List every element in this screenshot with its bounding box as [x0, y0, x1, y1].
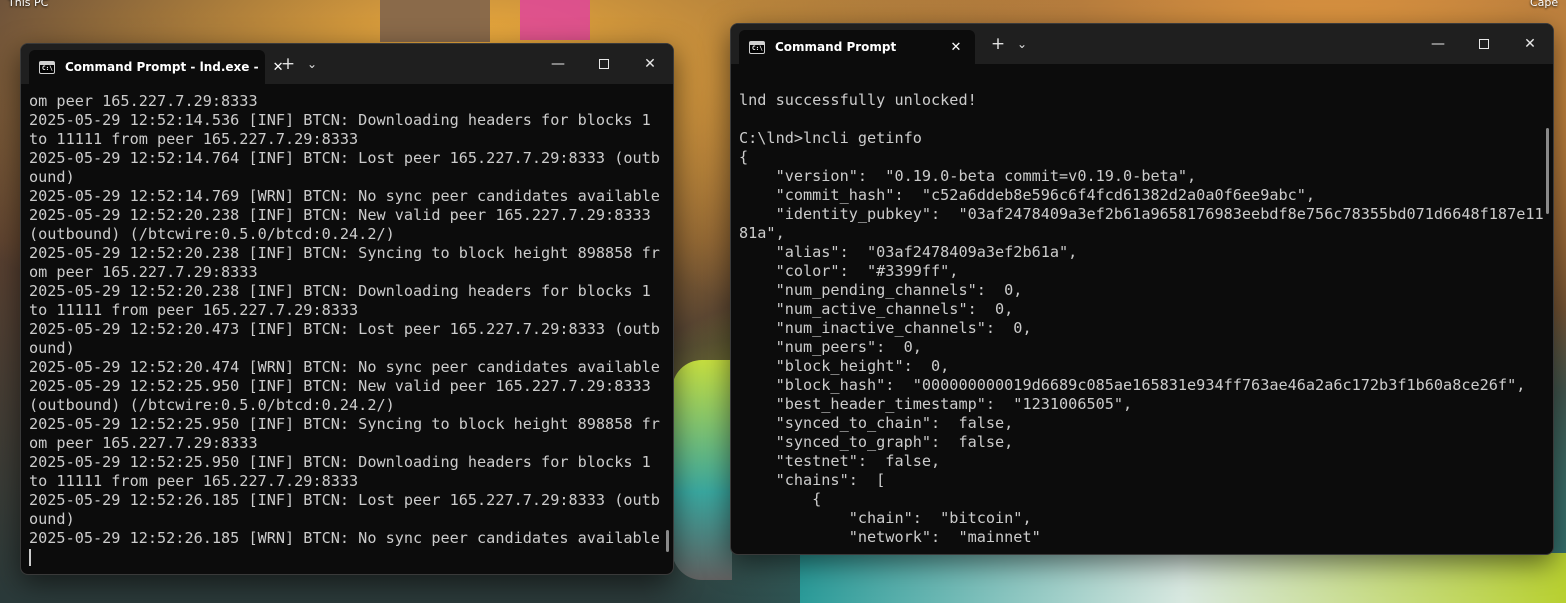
terminal-line: om peer 165.227.7.29:8333 [29, 92, 258, 110]
terminal-line: 2025-05-29 12:52:20.238 [INF] BTCN: Sync… [29, 244, 660, 262]
terminal-line: { [739, 148, 749, 166]
title-bar[interactable]: C:\ Command Prompt - lnd.exe - ✕ + ⌄ — ✕ [21, 44, 673, 84]
text-cursor [29, 548, 665, 567]
terminal-line: "chain": "bitcoin", [739, 509, 1032, 527]
terminal-line: 2025-05-29 12:52:25.950 [INF] BTCN: New … [29, 377, 651, 395]
terminal-line: 2025-05-29 12:52:20.238 [INF] BTCN: Down… [29, 282, 651, 300]
terminal-line: 2025-05-29 12:52:20.474 [WRN] BTCN: No s… [29, 358, 660, 376]
terminal-line: C:\lnd>lncli getinfo [739, 129, 922, 147]
close-tab-icon[interactable]: ✕ [947, 40, 965, 55]
minimize-button[interactable]: — [535, 44, 581, 84]
terminal-line: { [739, 490, 822, 508]
tab-label: Command Prompt - lnd.exe - [65, 60, 259, 74]
terminal-line: "color": "#3399ff", [739, 262, 959, 280]
terminal-line: 81a", [739, 224, 785, 242]
terminal-line: to 11111 from peer 165.227.7.29:8333 [29, 472, 359, 490]
terminal-line: "alias": "03af2478409a3ef2b61a", [739, 243, 1078, 261]
terminal-line: ound) [29, 510, 75, 528]
terminal-line: "block_height": 0, [739, 357, 950, 375]
tab-lnd[interactable]: C:\ Command Prompt - lnd.exe - ✕ [29, 50, 283, 84]
maximize-icon [599, 59, 609, 69]
tab-label: Command Prompt [775, 40, 897, 54]
terminal-icon: C:\ [39, 60, 55, 74]
terminal-line: "commit_hash": "c52a6ddeb8e596c6f4fcd613… [739, 186, 1316, 204]
terminal-icon: C:\ [749, 40, 765, 54]
terminal-output[interactable]: om peer 165.227.7.29:8333 2025-05-29 12:5… [21, 84, 673, 574]
terminal-line: "num_peers": 0, [739, 338, 922, 356]
terminal-line: "synced_to_chain": false, [739, 414, 1014, 432]
title-bar[interactable]: C:\ Command Prompt ✕ + ⌄ — ✕ [731, 24, 1553, 64]
new-tab-button[interactable]: + [983, 34, 1013, 54]
tab-command-prompt[interactable]: C:\ Command Prompt ✕ [739, 30, 975, 64]
wallpaper-car [672, 360, 732, 580]
close-button[interactable]: ✕ [627, 44, 673, 84]
terminal-line: "num_pending_channels": 0, [739, 281, 1023, 299]
terminal-line: 2025-05-29 12:52:25.950 [INF] BTCN: Down… [29, 453, 651, 471]
terminal-line: om peer 165.227.7.29:8333 [29, 263, 258, 281]
wallpaper-building [380, 0, 490, 42]
terminal-line: 2025-05-29 12:52:20.473 [INF] BTCN: Lost… [29, 320, 660, 338]
terminal-line: (outbound) (/btcwire:0.5.0/btcd:0.24.2/) [29, 396, 395, 414]
maximize-button[interactable] [1461, 24, 1507, 64]
terminal-line: "num_inactive_channels": 0, [739, 319, 1032, 337]
terminal-line: 2025-05-29 12:52:14.769 [WRN] BTCN: No s… [29, 187, 660, 205]
terminal-line: 2025-05-29 12:52:25.950 [INF] BTCN: Sync… [29, 415, 660, 433]
close-icon: ✕ [644, 56, 656, 72]
close-button[interactable]: ✕ [1507, 24, 1553, 64]
terminal-line: 2025-05-29 12:52:20.238 [INF] BTCN: New … [29, 206, 651, 224]
terminal-line: "num_active_channels": 0, [739, 300, 1014, 318]
desktop-icon-this-pc-label[interactable]: This PC [8, 0, 48, 9]
terminal-line: "version": "0.19.0-beta commit=v0.19.0-b… [739, 167, 1197, 185]
terminal-line: 2025-05-29 12:52:26.185 [INF] BTCN: Lost… [29, 491, 660, 509]
terminal-line: 2025-05-29 12:52:26.185 [WRN] BTCN: No s… [29, 529, 660, 547]
terminal-line: "testnet": false, [739, 452, 941, 470]
chevron-down-icon[interactable]: ⌄ [1013, 37, 1031, 51]
terminal-line: (outbound) (/btcwire:0.5.0/btcd:0.24.2/) [29, 225, 395, 243]
terminal-window-cmd[interactable]: C:\ Command Prompt ✕ + ⌄ — ✕ lnd success… [730, 23, 1554, 555]
terminal-line: "synced_to_graph": false, [739, 433, 1014, 451]
terminal-line: 2025-05-29 12:52:14.536 [INF] BTCN: Down… [29, 111, 651, 129]
desktop-icon-corner-label[interactable]: Cape [1530, 0, 1558, 9]
new-tab-button[interactable]: + [273, 54, 303, 74]
minimize-icon: — [1431, 36, 1445, 52]
wallpaper-car-body [800, 553, 1566, 603]
maximize-button[interactable] [581, 44, 627, 84]
terminal-line: lnd successfully unlocked! [739, 91, 977, 109]
wallpaper-neon-sign [520, 0, 590, 40]
terminal-window-lnd[interactable]: C:\ Command Prompt - lnd.exe - ✕ + ⌄ — ✕… [20, 43, 674, 575]
scrollbar[interactable] [1546, 128, 1549, 214]
terminal-line: "best_header_timestamp": "1231006505", [739, 395, 1133, 413]
minimize-icon: — [551, 56, 565, 72]
terminal-line: 2025-05-29 12:52:14.764 [INF] BTCN: Lost… [29, 149, 660, 167]
terminal-line: om peer 165.227.7.29:8333 [29, 434, 258, 452]
terminal-line: "network": "mainnet" [739, 528, 1041, 546]
terminal-line: "identity_pubkey": "03af2478409a3ef2b61a… [739, 205, 1544, 223]
scrollbar[interactable] [666, 530, 669, 552]
minimize-button[interactable]: — [1415, 24, 1461, 64]
close-icon: ✕ [1524, 36, 1536, 52]
terminal-output[interactable]: lnd successfully unlocked! C:\lnd>lncli … [731, 64, 1553, 554]
chevron-down-icon[interactable]: ⌄ [303, 57, 321, 71]
terminal-line: to 11111 from peer 165.227.7.29:8333 [29, 130, 359, 148]
terminal-line: ound) [29, 168, 75, 186]
terminal-line: to 11111 from peer 165.227.7.29:8333 [29, 301, 359, 319]
maximize-icon [1479, 39, 1489, 49]
terminal-line: "chains": [ [739, 471, 886, 489]
terminal-line: ound) [29, 339, 75, 357]
terminal-line: "block_hash": "000000000019d6689c085ae16… [739, 376, 1526, 394]
